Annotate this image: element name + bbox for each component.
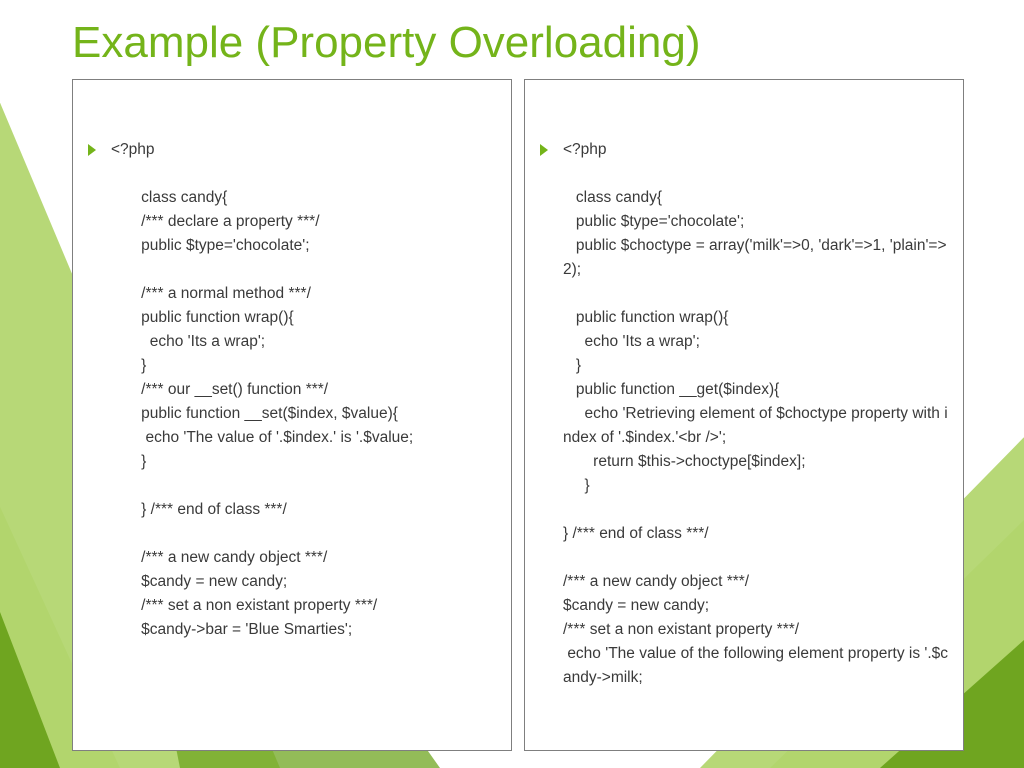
slide: Example (Property Overloading) <?php cla… xyxy=(0,0,1024,751)
code-text-right: <?php class candy{ public $type='chocola… xyxy=(563,138,951,690)
code-text-left: <?php class candy{ /*** declare a proper… xyxy=(111,138,499,642)
bullet-icon xyxy=(85,144,99,158)
code-columns: <?php class candy{ /*** declare a proper… xyxy=(72,79,964,751)
bullet-icon xyxy=(537,144,551,158)
code-box-right: <?php class candy{ public $type='chocola… xyxy=(524,79,964,751)
slide-title: Example (Property Overloading) xyxy=(72,18,964,69)
code-box-left: <?php class candy{ /*** declare a proper… xyxy=(72,79,512,751)
